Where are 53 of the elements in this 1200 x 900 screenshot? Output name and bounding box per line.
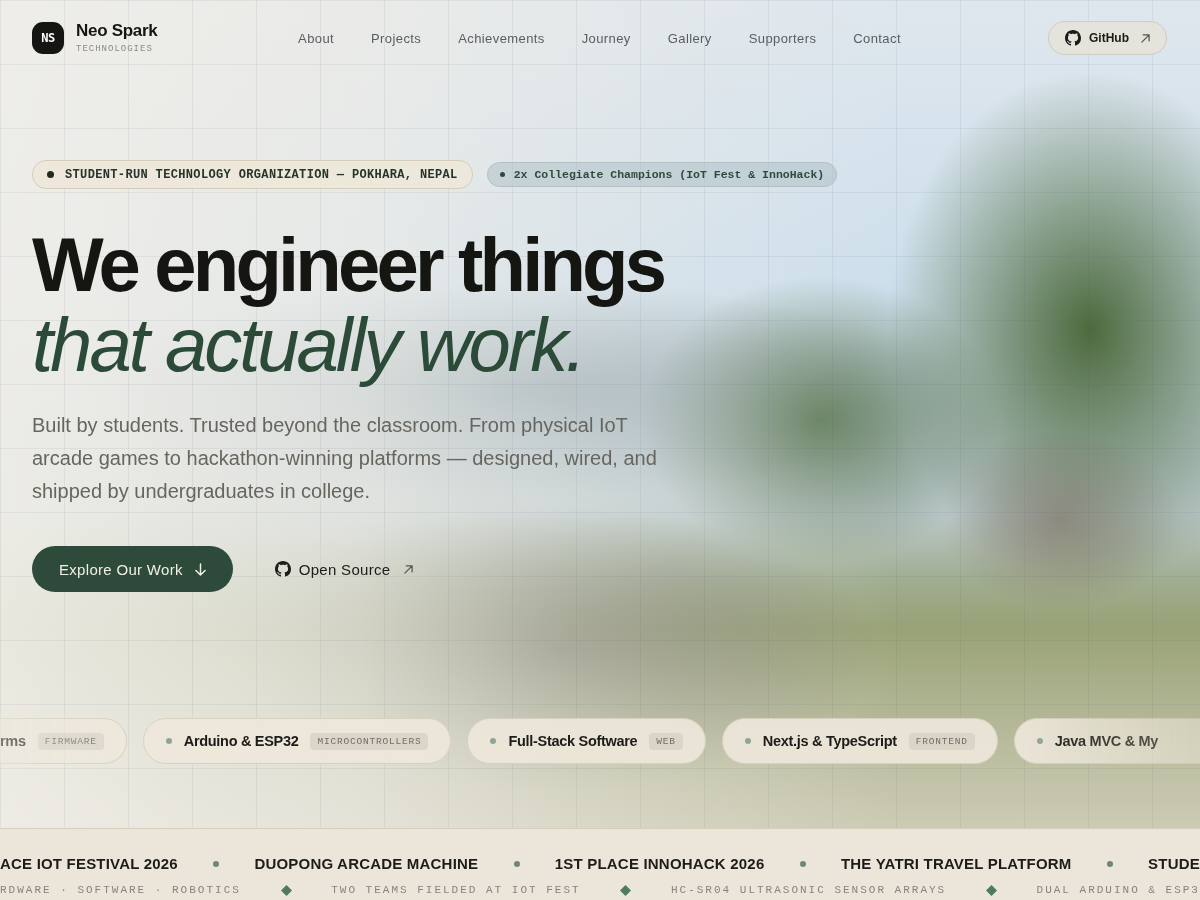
dot-icon bbox=[47, 171, 54, 178]
ticker-fact: RDWARE · SOFTWARE · ROBOTICS bbox=[0, 883, 241, 897]
skill-tag: MICROCONTROLLERS bbox=[310, 732, 429, 750]
nav-link[interactable]: Projects bbox=[371, 30, 422, 46]
nav-link[interactable]: Supporters bbox=[748, 30, 817, 46]
github-icon bbox=[274, 561, 291, 577]
arrow-icon bbox=[1141, 33, 1150, 43]
dot-icon bbox=[213, 861, 220, 867]
dot-icon bbox=[799, 861, 806, 867]
skill-tag: FRONTEND bbox=[908, 732, 975, 750]
ticker-fact: DUAL ARDUINO & ESP3 bbox=[1036, 883, 1200, 897]
ticker-highlight: ACE IOT FESTIVAL 2026 bbox=[0, 854, 178, 874]
ticker-fact: HC-SR04 ULTRASONIC SENSOR ARRAYS bbox=[670, 883, 947, 897]
brand-name: Neo Spark bbox=[76, 22, 158, 40]
github-icon bbox=[1065, 30, 1081, 46]
diamond-icon bbox=[620, 884, 632, 896]
ticker-highlight: THE YATRI TRAVEL PLATFORM bbox=[840, 854, 1072, 874]
dot-icon bbox=[490, 738, 497, 744]
diamond-icon bbox=[985, 884, 997, 896]
nav-link[interactable]: About bbox=[298, 30, 335, 46]
skill-tag: FIRMWARE bbox=[37, 732, 104, 750]
down-arrow-icon bbox=[194, 562, 206, 576]
nav-link[interactable]: Gallery bbox=[667, 30, 712, 46]
github-button[interactable]: GitHub bbox=[1048, 21, 1167, 55]
ticker-highlight: STUDE bbox=[1148, 854, 1200, 874]
dot-icon bbox=[513, 861, 520, 867]
brand-tagline: TECHNOLOGIES bbox=[76, 44, 154, 54]
dot-icon bbox=[165, 738, 172, 744]
badge-label: STUDENT-RUN TECHNOLOGY ORGANIZATION — POKHARA, NEPAL bbox=[65, 167, 458, 182]
logo-mark: NS bbox=[32, 22, 64, 54]
dot-icon bbox=[1036, 738, 1043, 744]
open-source-link[interactable]: Open Source bbox=[274, 546, 414, 592]
skill-name: Java MVC & My bbox=[1054, 733, 1159, 749]
hero-description: Built by students. Trusted beyond the classroom. From physical IoT arcade games to hackathon-winning platforms — designed, wired, and shipped by undergraduates in college. bbox=[32, 413, 658, 504]
diamond-icon bbox=[280, 884, 292, 896]
dot-icon bbox=[1106, 861, 1113, 867]
nav-link[interactable]: Contact bbox=[853, 30, 901, 46]
headline: We engineer things bbox=[32, 225, 664, 305]
skill-name: Next.js & TypeScript bbox=[762, 733, 897, 749]
ticker-fact: TWO TEAMS FIELDED AT IOT FEST bbox=[331, 883, 581, 897]
skill-name: Arduino & ESP32 bbox=[183, 733, 299, 749]
dot-icon bbox=[744, 738, 751, 744]
ticker-highlight: 1ST PLACE INNOHACK 2026 bbox=[554, 854, 765, 874]
nav-link[interactable]: Achievements bbox=[458, 30, 545, 46]
skill-name: Full-Stack Software bbox=[508, 733, 638, 749]
dot-icon bbox=[499, 172, 505, 177]
badge-label: 2x Collegiate Champions (IoT Fest & InnoHack) bbox=[513, 168, 825, 181]
nav-link[interactable]: Journey bbox=[581, 30, 631, 46]
skill-name: rms bbox=[0, 733, 26, 749]
explore-button[interactable]: Explore Our Work bbox=[32, 546, 233, 592]
ticker-highlight: DUOPONG ARCADE MACHINE bbox=[254, 854, 479, 874]
skill-tag: WEB bbox=[649, 732, 683, 750]
arrow-icon bbox=[404, 564, 414, 574]
